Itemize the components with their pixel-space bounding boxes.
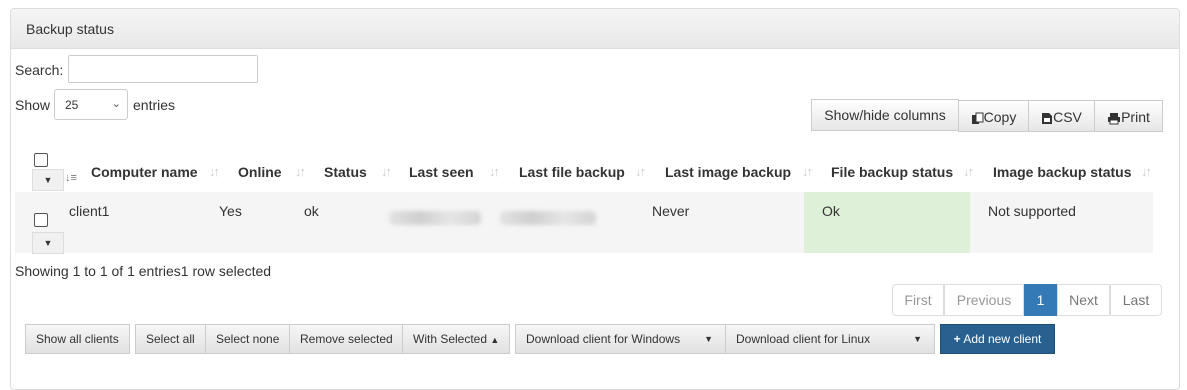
download-windows-label: Download client for Windows <box>526 332 681 346</box>
cell-status: ok <box>304 203 319 219</box>
col-last-seen[interactable]: Last seen <box>409 164 474 180</box>
select-all-checkbox[interactable] <box>34 153 48 167</box>
print-button[interactable]: Print <box>1094 100 1163 132</box>
download-windows-button[interactable]: Download client for Windows ▼ <box>515 324 726 354</box>
sort-icon: ↓↑ <box>635 164 646 179</box>
add-new-client-label: Add new client <box>963 332 1042 346</box>
page-previous[interactable]: Previous <box>944 284 1024 316</box>
sort-asc-icon[interactable]: ↓≡ <box>65 172 77 184</box>
csv-label: CSV <box>1053 109 1082 125</box>
sort-icon: ↓↑ <box>295 164 306 179</box>
copy-label: Copy <box>983 109 1017 125</box>
show-label: Show <box>15 97 51 113</box>
col-file-backup-status[interactable]: File backup status <box>831 164 953 180</box>
col-last-file-backup[interactable]: Last file backup <box>519 164 625 180</box>
show-all-clients-label: Show all clients <box>36 332 119 346</box>
page-last[interactable]: Last <box>1110 284 1162 316</box>
cell-online: Yes <box>219 203 242 219</box>
page-1[interactable]: 1 <box>1024 284 1057 316</box>
panel-heading: Backup status <box>11 9 1179 49</box>
remove-selected-button[interactable]: Remove selected <box>289 324 403 354</box>
sort-icon: ↓↑ <box>489 164 500 179</box>
caret-up-icon: ▲ <box>490 335 500 345</box>
show-hide-columns-button[interactable]: Show/hide columns <box>811 99 959 131</box>
caret-down-icon: ▼ <box>43 175 53 185</box>
select-all-label: Select all <box>146 332 195 346</box>
col-image-backup-status[interactable]: Image backup status <box>993 164 1132 180</box>
entries-select[interactable]: 25 ⌄ <box>54 89 128 120</box>
table-info: Showing 1 to 1 of 1 entries1 row selecte… <box>15 263 272 279</box>
col-status[interactable]: Status <box>324 164 367 180</box>
copy-icon <box>971 109 984 125</box>
show-all-clients-button[interactable]: Show all clients <box>25 324 130 354</box>
col-last-image-backup[interactable]: Last image backup <box>665 164 791 180</box>
col-online[interactable]: Online <box>238 164 282 180</box>
header-row-menu[interactable]: ▼ <box>32 169 64 191</box>
caret-down-icon: ▼ <box>43 238 53 248</box>
table-header <box>15 130 1153 194</box>
csv-button[interactable]: CSV <box>1028 100 1095 132</box>
cell-computer-name[interactable]: client1 <box>69 203 109 219</box>
chevron-down-icon: ⌄ <box>111 98 121 110</box>
cell-last-seen-redacted <box>389 211 481 225</box>
caret-down-icon: ▼ <box>913 334 922 344</box>
file-backup-ok-cell <box>804 192 970 253</box>
plus-icon: + <box>953 332 961 346</box>
print-icon <box>1107 109 1121 125</box>
row-checkbox[interactable] <box>34 213 48 227</box>
search-label: Search: <box>15 62 64 78</box>
page-next[interactable]: Next <box>1057 284 1110 316</box>
row-menu[interactable]: ▼ <box>32 232 64 254</box>
copy-button[interactable]: Copy <box>958 100 1029 132</box>
remove-selected-label: Remove selected <box>300 332 393 346</box>
add-new-client-button[interactable]: + Add new client <box>940 324 1055 354</box>
csv-icon <box>1041 109 1053 125</box>
cell-file-backup-status: Ok <box>822 203 840 219</box>
search-input[interactable] <box>68 55 258 83</box>
select-all-button[interactable]: Select all <box>135 324 206 354</box>
sort-icon: ↓↑ <box>209 164 220 179</box>
sort-icon: ↓↑ <box>802 164 813 179</box>
cell-image-backup-status: Not supported <box>988 203 1076 219</box>
show-hide-columns-label: Show/hide columns <box>824 107 946 123</box>
entries-value: 25 <box>65 98 79 112</box>
with-selected-button[interactable]: With Selected ▲ <box>402 324 510 354</box>
cell-last-file-backup-redacted <box>500 211 596 225</box>
select-none-label: Select none <box>216 332 280 346</box>
page-first[interactable]: First <box>892 284 944 316</box>
caret-down-icon: ▼ <box>704 334 713 344</box>
download-linux-label: Download client for Linux <box>736 332 871 346</box>
entries-label: entries <box>133 97 176 113</box>
download-linux-button[interactable]: Download client for Linux ▼ <box>725 324 935 354</box>
col-computer-name[interactable]: Computer name <box>91 164 198 180</box>
panel-title: Backup status <box>26 21 114 37</box>
with-selected-label: With Selected <box>413 332 488 346</box>
print-label: Print <box>1121 109 1150 125</box>
select-none-button[interactable]: Select none <box>205 324 290 354</box>
sort-icon: ↓↑ <box>1141 164 1152 179</box>
sort-icon: ↓↑ <box>381 164 392 179</box>
cell-last-image-backup: Never <box>652 203 690 219</box>
sort-icon: ↓↑ <box>963 164 974 179</box>
